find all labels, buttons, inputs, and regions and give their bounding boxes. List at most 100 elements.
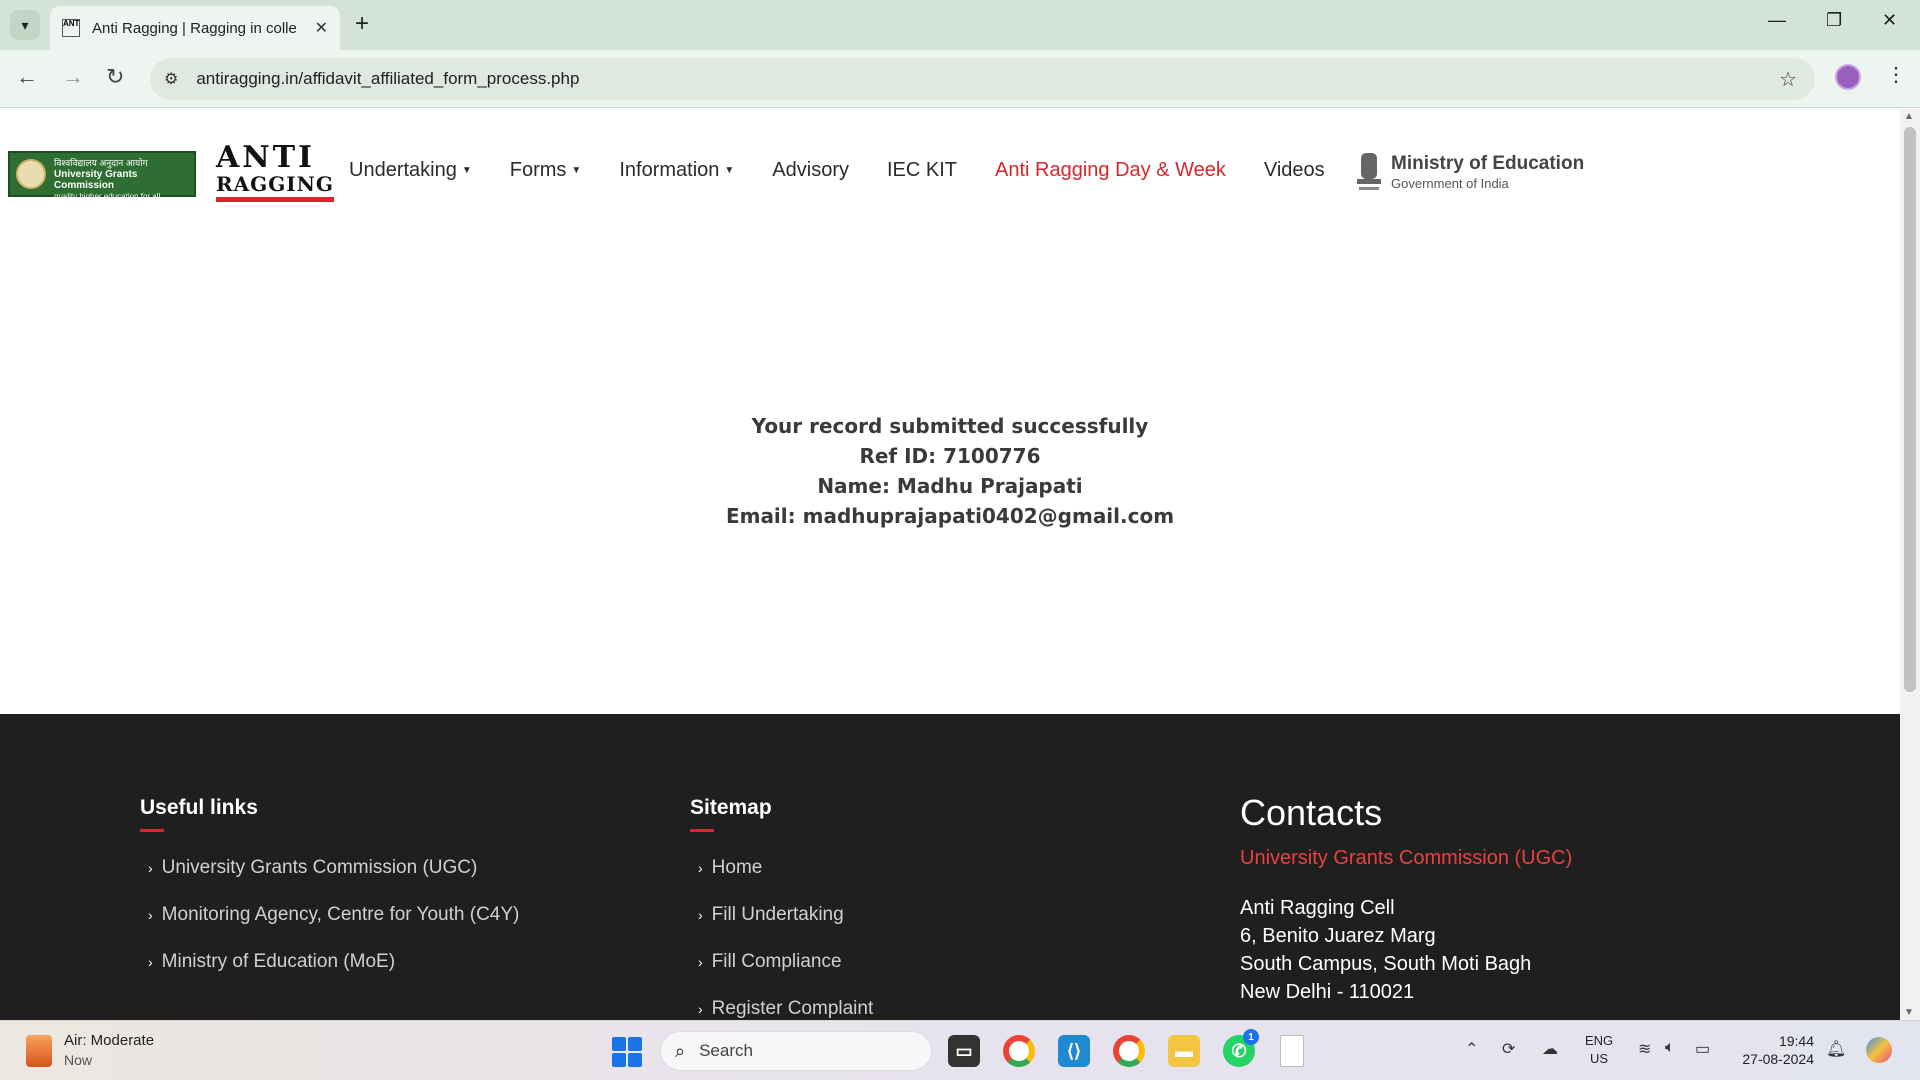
sitemap-link[interactable]: › Fill Undertaking <box>698 891 873 938</box>
nav-anti-ragging-day-week[interactable]: Anti Ragging Day & Week <box>995 159 1226 182</box>
sitemap-column: Sitemap › Home › Fill Undertaking › Fill Co… <box>690 796 873 1020</box>
chrome-icon[interactable] <box>1003 1035 1035 1067</box>
anti-ragging-logo[interactable]: ANTI RAGGING <box>216 140 335 203</box>
chevron-right-icon: › <box>148 953 153 970</box>
caret-down-icon: ▼ <box>461 165 472 176</box>
success-message: Your record submitted successfully Ref I… <box>0 411 1900 531</box>
sitemap-link-label: Home <box>711 856 763 878</box>
copilot-icon[interactable] <box>1866 1037 1892 1063</box>
email-text: Email: madhuprajapati0402@gmail.com <box>725 504 1175 528</box>
anti-logo-line1: ANTI <box>216 140 316 175</box>
notepad-icon[interactable] <box>1280 1035 1304 1067</box>
nav-label: IEC KIT <box>887 159 958 181</box>
main-nav: Undertaking ▼ Forms ▼ Information ▼ Advisor… <box>349 159 1363 182</box>
volume-icon[interactable]: 🔈︎ <box>1665 1039 1675 1057</box>
lang-region: US <box>1590 1051 1609 1066</box>
scroll-down-icon[interactable]: ▼ <box>1904 1007 1914 1018</box>
sitemap-link-label: Fill Undertaking <box>711 903 844 925</box>
heading-underline <box>140 829 164 832</box>
sync-icon[interactable]: ⟳ <box>1502 1039 1515 1059</box>
sitemap-link-label: Register Complaint <box>711 997 874 1019</box>
weather-icon[interactable] <box>26 1035 52 1067</box>
vscode-icon[interactable]: ⟨⟩ <box>1058 1035 1090 1067</box>
ugc-logo-name: University Grants Commission <box>54 169 138 191</box>
chevron-right-icon: › <box>698 1000 703 1017</box>
nav-iec-kit[interactable]: IEC KIT <box>887 159 957 182</box>
sitemap-link[interactable]: › Fill Compliance <box>698 938 873 985</box>
browser-tab[interactable]: ANTI Anti Ragging | Ragging in colle ✕ <box>50 6 340 50</box>
chrome-profile-icon[interactable] <box>1113 1035 1145 1067</box>
tab-search-button[interactable]: ▾ <box>10 10 40 40</box>
more-menu-icon[interactable]: ⋮ <box>1886 62 1906 87</box>
clock-date: 27-08-2024 <box>1742 1051 1814 1067</box>
cloud-icon[interactable]: ☁ <box>1542 1039 1558 1059</box>
footer-link-label: University Grants Commission (UGC) <box>161 856 478 878</box>
moe-logo[interactable]: Ministry of Education Government of Indi… <box>1353 149 1584 197</box>
sitemap-link[interactable]: › Home <box>698 844 873 891</box>
footer-link[interactable]: › University Grants Commission (UGC) <box>148 844 519 891</box>
success-text: Your record submitted successfully <box>751 414 1149 438</box>
weather-subtitle: Now <box>64 1052 93 1068</box>
sitemap-heading: Sitemap <box>690 796 772 819</box>
ugc-logo-tagline: quality higher education for all <box>54 192 161 201</box>
page-scrollbar[interactable]: ▲ ▼ <box>1900 109 1920 1020</box>
notification-bell-icon[interactable]: 🔔︎ <box>1826 1039 1846 1059</box>
ugc-logo-hindi: विश्वविद्यालय अनुदान आयोग <box>54 158 148 168</box>
url-text[interactable]: antiragging.in/affidavit_affiliated_form… <box>196 69 579 89</box>
windows-taskbar: Air: Moderate Now ⌕ Search ▭ ⟨⟩ ▬ ✆ 1 ⌃ ⟳… <box>0 1020 1920 1080</box>
browser-tab-bar: ▾ ANTI Anti Ragging | Ragging in colle ✕… <box>0 0 1920 50</box>
wifi-icon[interactable]: ≋ <box>1638 1039 1651 1059</box>
ugc-seal-icon <box>16 159 46 189</box>
tray-overflow-icon[interactable]: ⌃ <box>1465 1039 1478 1059</box>
reload-icon[interactable]: ↻ <box>106 64 124 90</box>
search-placeholder: Search <box>699 1041 753 1060</box>
scroll-up-icon[interactable]: ▲ <box>1904 111 1914 122</box>
whatsapp-icon[interactable]: ✆ 1 <box>1223 1029 1259 1067</box>
forward-icon[interactable]: → <box>62 64 84 90</box>
footer-link[interactable]: › Ministry of Education (MoE) <box>148 938 519 985</box>
nav-label: Anti Ragging Day & Week <box>995 159 1226 181</box>
nav-label: Undertaking <box>349 159 457 181</box>
taskbar-search[interactable]: ⌕ Search <box>660 1031 932 1071</box>
anti-logo-line2: RAGGING <box>216 171 335 202</box>
close-window-icon[interactable]: ✕ <box>1882 10 1897 31</box>
ugc-logo[interactable]: विश्वविद्यालय अनुदान आयोग University Gra… <box>8 151 196 201</box>
clock[interactable]: 19:44 27-08-2024 <box>1738 1032 1814 1068</box>
file-explorer-icon[interactable]: ▬ <box>1168 1035 1200 1067</box>
battery-icon[interactable]: ▭ <box>1695 1039 1710 1059</box>
tab-close-icon[interactable]: ✕ <box>315 18 328 38</box>
useful-links-heading: Useful links <box>140 796 258 819</box>
site-settings-icon[interactable]: ⚙ <box>164 69 178 89</box>
new-tab-button[interactable]: + <box>355 10 369 38</box>
bookmark-star-icon[interactable]: ☆ <box>1779 67 1797 92</box>
minimize-icon[interactable]: — <box>1768 10 1786 31</box>
lang-code: ENG <box>1585 1033 1614 1048</box>
profile-avatar[interactable] <box>1835 64 1861 90</box>
sitemap-link-label: Fill Compliance <box>711 950 842 972</box>
nav-undertaking[interactable]: Undertaking ▼ <box>349 159 472 182</box>
footer-link-label: Monitoring Agency, Centre for Youth (C4Y… <box>161 903 520 925</box>
favicon-icon: ANTI <box>62 19 80 37</box>
clock-time: 19:44 <box>1778 1033 1814 1049</box>
nav-forms[interactable]: Forms ▼ <box>510 159 582 182</box>
sitemap-link[interactable]: › Register Complaint <box>698 985 873 1020</box>
nav-label: Forms <box>509 159 567 181</box>
contacts-org-link[interactable]: University Grants Commission (UGC) <box>1240 847 1572 870</box>
nav-videos[interactable]: Videos <box>1264 159 1325 182</box>
back-icon[interactable]: ← <box>16 64 38 90</box>
restore-icon[interactable]: ❐ <box>1826 10 1842 31</box>
task-view-icon[interactable]: ▭ <box>948 1035 980 1067</box>
start-button[interactable] <box>612 1037 642 1067</box>
weather-title[interactable]: Air: Moderate <box>64 1032 154 1049</box>
scroll-thumb[interactable] <box>1904 127 1916 692</box>
heading-underline <box>690 829 714 832</box>
nav-advisory[interactable]: Advisory <box>772 159 849 182</box>
footer-link[interactable]: › Monitoring Agency, Centre for Youth (C4… <box>148 891 519 938</box>
nav-label: Videos <box>1263 159 1325 181</box>
omnibox[interactable]: ⚙ antiragging.in/affidavit_affiliated_fo… <box>150 58 1815 100</box>
address-line: 6, Benito Juarez Marg <box>1240 925 1436 947</box>
chevron-right-icon: › <box>698 953 703 970</box>
moe-title: Ministry of Education <box>1391 153 1585 174</box>
nav-information[interactable]: Information ▼ <box>619 159 734 182</box>
language-indicator[interactable]: ENG US <box>1585 1032 1613 1068</box>
